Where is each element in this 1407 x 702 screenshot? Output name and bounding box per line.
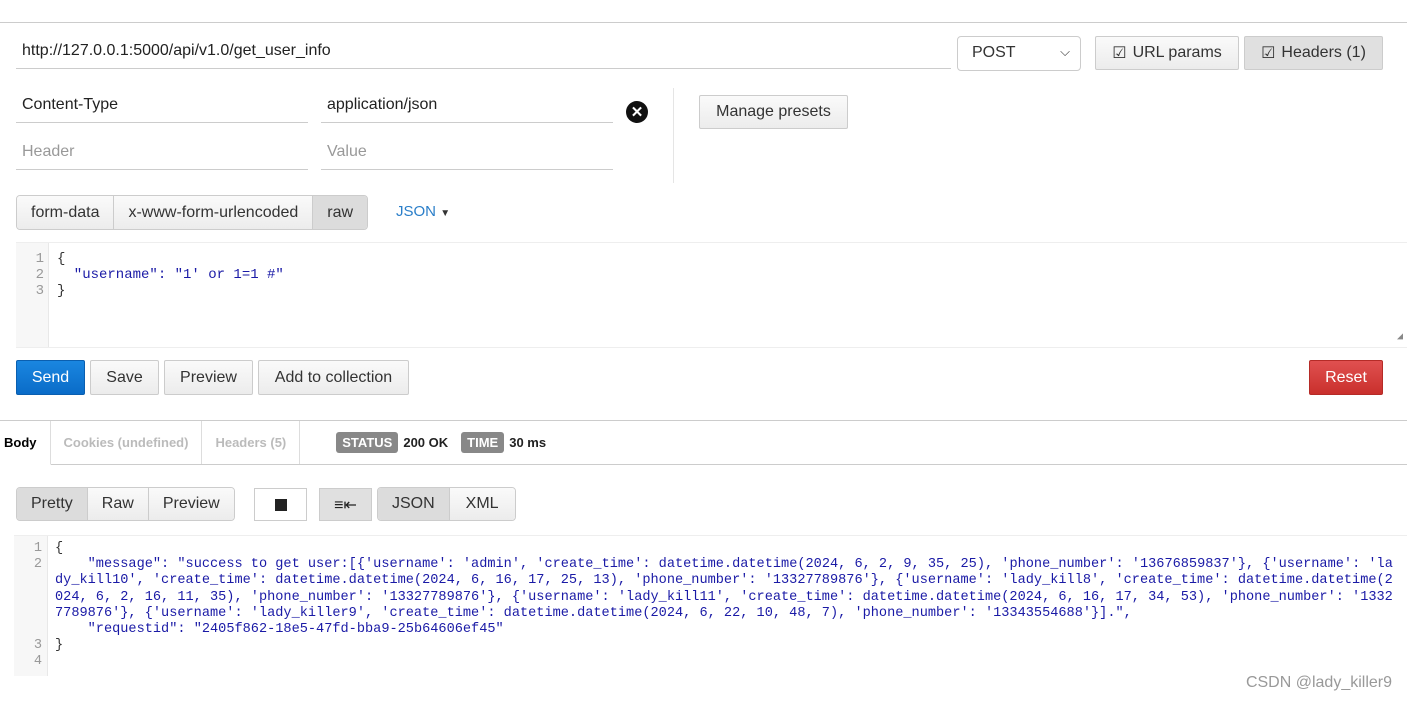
line-numbers: 1 2 3 4 <box>14 536 48 676</box>
header-value-input[interactable]: application/json <box>321 89 613 123</box>
raw-type-label: JSON <box>396 203 437 220</box>
code-line: { <box>55 541 64 556</box>
url-input[interactable]: http://127.0.0.1:5000/api/v1.0/get_user_… <box>16 36 951 69</box>
new-value-input[interactable]: Value <box>321 136 613 170</box>
preview-button[interactable]: Preview <box>164 360 253 395</box>
code-content: { "message": "success to get user:[{'use… <box>55 541 1400 654</box>
tab-cookies[interactable]: Cookies (undefined) <box>51 421 203 464</box>
tab-headers[interactable]: Headers (5) <box>202 421 301 464</box>
url-params-button[interactable]: ☑ URL params <box>1095 36 1239 70</box>
code-line: { <box>57 251 66 267</box>
status-value: 200 OK <box>403 435 449 450</box>
add-to-collection-button[interactable]: Add to collection <box>258 360 409 395</box>
remove-header-icon[interactable]: ✕ <box>626 101 648 123</box>
format-xml[interactable]: XML <box>449 488 515 520</box>
fullscreen-icon <box>274 498 287 511</box>
request-body-editor[interactable]: 123 { "username": "1' or 1=1 #"} ◢ <box>16 242 1407 348</box>
method-value: POST <box>972 44 1016 61</box>
view-raw[interactable]: Raw <box>87 488 149 520</box>
line-number: 3 <box>35 283 44 299</box>
method-select[interactable]: POST ⌵ <box>957 36 1081 71</box>
headers-button[interactable]: ☑ Headers (1) <box>1244 36 1383 70</box>
chevron-down-icon: ⌵ <box>1060 44 1070 59</box>
edit-icon: ☑ <box>1261 45 1276 62</box>
body-mode-tabs: form-data x-www-form-urlencoded raw <box>16 195 369 230</box>
code-content: { "username": "1' or 1=1 #"} <box>57 251 284 299</box>
wrap-lines-button[interactable]: ≡⇤ <box>319 488 372 521</box>
view-pretty[interactable]: Pretty <box>17 488 88 520</box>
line-number: 1 <box>35 251 44 267</box>
send-button[interactable]: Send <box>16 360 85 395</box>
raw-type-dropdown[interactable]: JSON ▼ <box>396 203 450 220</box>
format-tabs: JSON XML <box>377 487 516 521</box>
new-header-input[interactable]: Header <box>16 136 308 170</box>
code-line: } <box>55 638 64 654</box>
divider <box>673 88 674 183</box>
view-mode-tabs: Pretty Raw Preview <box>16 487 235 521</box>
manage-presets-button[interactable]: Manage presets <box>699 95 848 129</box>
header-key-input[interactable]: Content-Type <box>16 89 308 123</box>
code-line: "requestid": "2405f862-18e5-47fd-bba9-25… <box>55 622 504 638</box>
body-mode-urlencoded[interactable]: x-www-form-urlencoded <box>114 196 314 229</box>
time-value: 30 ms <box>509 435 547 450</box>
header-divider <box>0 22 1407 23</box>
wrap-lines-icon: ≡⇤ <box>334 496 357 514</box>
tab-body[interactable]: Body <box>0 421 51 465</box>
time-badge: TIME <box>461 432 505 453</box>
code-line: "username": "1' or 1=1 #" <box>57 267 284 283</box>
status-badge: STATUS <box>336 432 399 453</box>
caret-down-icon: ▼ <box>440 208 451 219</box>
reset-button[interactable]: Reset <box>1309 360 1383 395</box>
url-params-label: URL params <box>1132 44 1222 61</box>
body-mode-raw[interactable]: raw <box>313 196 368 229</box>
line-number: 3 <box>33 638 42 654</box>
line-number: 4 <box>33 654 42 670</box>
line-number: 2 <box>33 557 42 573</box>
save-button[interactable]: Save <box>90 360 159 395</box>
line-number: 1 <box>33 541 42 556</box>
line-number: 2 <box>35 267 44 283</box>
resize-handle-icon[interactable]: ◢ <box>1397 331 1403 343</box>
watermark: CSDN @lady_killer9 <box>1245 674 1392 691</box>
response-meta: STATUS 200 OK TIME 30 ms <box>336 421 546 464</box>
edit-icon: ☑ <box>1112 45 1127 62</box>
headers-label: Headers (1) <box>1281 44 1366 61</box>
code-line: "message": "success to get user:[{'usern… <box>55 557 1393 621</box>
line-numbers: 123 <box>16 243 49 347</box>
code-line: } <box>57 283 66 299</box>
format-json[interactable]: JSON <box>378 488 450 520</box>
fullscreen-button[interactable] <box>254 488 307 521</box>
response-body: 1 2 3 4 { "message": "success to get use… <box>14 535 1407 676</box>
view-preview[interactable]: Preview <box>148 488 234 520</box>
response-tabs: Body Cookies (undefined) Headers (5) STA… <box>0 421 1407 465</box>
body-mode-form-data[interactable]: form-data <box>17 196 115 229</box>
